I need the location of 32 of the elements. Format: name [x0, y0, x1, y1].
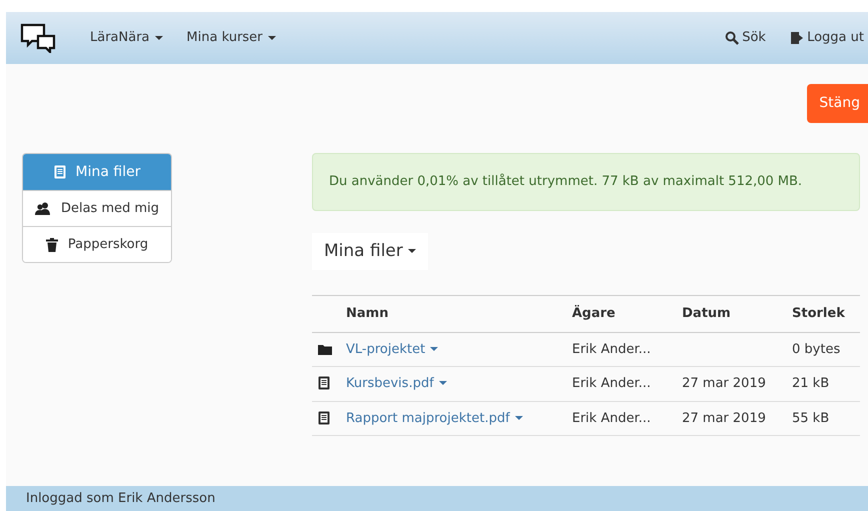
column-header: Storlek — [792, 306, 845, 321]
search-icon — [724, 31, 739, 45]
nav-menu[interactable]: Mina kurser — [174, 28, 288, 48]
table-cell: Erik Ander... — [572, 376, 651, 391]
table-cell: 27 mar 2019 — [682, 410, 766, 426]
file-name-link[interactable]: Rapport majprojektet.pdf — [346, 410, 523, 426]
table-cell: Erik Ander... — [572, 342, 651, 356]
document-icon — [318, 410, 330, 425]
nav-link[interactable]: Logga ut — [778, 28, 868, 48]
table-cell: 27 mar 2019 — [682, 376, 766, 391]
nav-link[interactable]: Sök — [712, 28, 778, 48]
folder-dropdown[interactable]: Mina filer — [312, 232, 428, 270]
column-header: Datum — [682, 306, 731, 321]
door-icon — [790, 31, 804, 45]
folder-icon — [318, 342, 332, 355]
document-icon — [54, 165, 66, 179]
table-cell: 55 kB — [792, 410, 830, 426]
table-cell: Erik Ander... — [572, 410, 651, 426]
sidebar-item[interactable]: Papperskorg — [23, 226, 171, 262]
table-cell: 0 bytes — [792, 342, 840, 356]
file-name-link[interactable]: Kursbevis.pdf — [346, 376, 447, 391]
column-header: Ägare — [572, 306, 616, 321]
chat-logo-icon — [20, 23, 56, 53]
nav-menu[interactable]: LäraNära — [78, 28, 175, 48]
trash-icon — [46, 238, 58, 252]
storage-alert: Du använder 0,01% av tillåtet utrymmet. 77 kB av maximalt 512,00 MB. — [312, 153, 860, 210]
table-cell: 21 kB — [792, 376, 830, 391]
document-icon — [318, 376, 330, 390]
column-header: Namn — [346, 306, 388, 321]
users-icon — [34, 202, 51, 215]
file-name-link[interactable]: VL-projektet — [346, 342, 438, 356]
login-status: Inloggad som Erik Andersson — [26, 490, 216, 506]
